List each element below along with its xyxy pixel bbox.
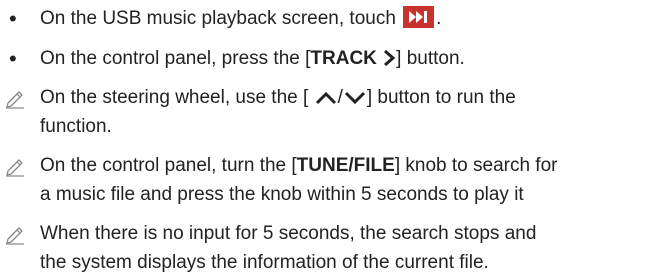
instruction-usb-screen: On the USB music playback screen, touch … bbox=[40, 4, 441, 33]
note-text: On the control panel, turn the [ bbox=[40, 155, 297, 176]
pencil-icon bbox=[6, 91, 24, 109]
note-tune-file: On the control panel, turn the [TUNE/FIL… bbox=[40, 151, 558, 180]
tune-file-label: TUNE/FILE bbox=[296, 155, 395, 176]
note-text: On the steering wheel, use the [ bbox=[40, 87, 309, 108]
chevron-up-icon bbox=[315, 91, 336, 105]
note-steering-wheel: On the steering wheel, use the [ / ] but… bbox=[40, 83, 516, 112]
note-text-end: ] knob to search for bbox=[394, 155, 558, 176]
instruction-text-end: ] button. bbox=[396, 48, 465, 69]
instruction-text: On the USB music playback screen, touch bbox=[40, 8, 396, 29]
instruction-text: On the control panel, press the [ bbox=[40, 48, 311, 69]
note-no-input: When there is no input for 5 seconds, th… bbox=[40, 223, 537, 244]
instruction-control-panel-track: On the control panel, press the [TRACK ]… bbox=[40, 44, 465, 73]
note-line-2: a music file and press the knob within 5… bbox=[40, 184, 524, 205]
chevron-down-icon bbox=[344, 91, 365, 105]
note-line-2: the system displays the information of t… bbox=[40, 252, 489, 273]
bullet-dot: • bbox=[9, 6, 17, 31]
instruction-text-end: . bbox=[436, 8, 442, 29]
track-label: TRACK bbox=[310, 48, 377, 69]
note-text-end: ] button to run the bbox=[366, 87, 516, 108]
bullet-dot: • bbox=[9, 46, 17, 71]
pencil-icon bbox=[6, 227, 24, 245]
chevron-right-icon bbox=[384, 49, 396, 67]
pencil-icon bbox=[6, 159, 24, 177]
note-line-2: function. bbox=[40, 116, 112, 137]
next-track-icon bbox=[403, 6, 435, 28]
